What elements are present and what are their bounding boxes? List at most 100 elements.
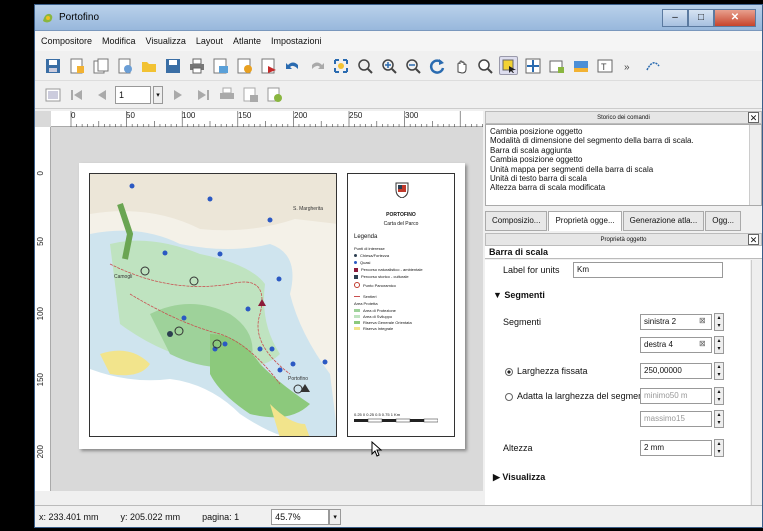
export-svg-icon[interactable] [235, 56, 254, 75]
load-template-icon[interactable] [139, 56, 158, 75]
close-history-panel-icon[interactable]: ✕ [748, 112, 759, 123]
map-item[interactable]: S. Margherita Camogli Portofino [89, 173, 337, 437]
history-item[interactable]: Barra di scala aggiunta [490, 146, 757, 155]
undo-icon[interactable] [283, 56, 302, 75]
previous-feature-icon[interactable] [91, 85, 110, 104]
history-item[interactable]: Cambia posizione oggetto [490, 155, 757, 164]
visualizza-group-header[interactable]: ▶ Visualizza [493, 472, 545, 483]
atlas-preview-icon[interactable] [43, 85, 62, 104]
history-item[interactable]: Unità mappa per segmenti della barra di … [490, 165, 757, 174]
composer-page[interactable]: S. Margherita Camogli Portofino PORTOFIN… [79, 163, 465, 449]
zoom-in-icon[interactable] [379, 56, 398, 75]
radio-checked-icon [505, 367, 513, 376]
atlas-page-dropdown[interactable]: ▾ [153, 85, 163, 104]
duplicate-composer-icon[interactable] [91, 56, 110, 75]
more-tools-icon[interactable]: » [619, 56, 638, 75]
add-image-icon[interactable] [571, 56, 590, 75]
legend-entry-label: Percorso storico - culturale [361, 274, 409, 279]
redo-icon[interactable] [307, 56, 326, 75]
move-content-icon[interactable] [523, 56, 542, 75]
fixed-width-radio[interactable]: Larghezza fissata [505, 366, 588, 376]
zoom-full-icon[interactable] [331, 56, 350, 75]
legend-item[interactable]: PORTOFINO Carta del Parco Legenda Punti … [347, 173, 455, 437]
history-panel-header: Storico dei comandi ✕ [485, 111, 762, 124]
menu-atlante[interactable]: Atlante [233, 36, 261, 46]
max-width-spinner[interactable]: ▴ ▾ [714, 410, 724, 428]
history-item[interactable]: Cambia posizione oggetto [490, 127, 757, 136]
minimize-button[interactable]: – [662, 8, 688, 27]
min-width-input[interactable]: minimo50 m [640, 388, 712, 404]
label-for-units-label: Label for units [503, 265, 560, 275]
node-edit-icon[interactable] [643, 56, 662, 75]
first-feature-icon[interactable] [67, 85, 86, 104]
pan-icon[interactable] [451, 56, 470, 75]
last-feature-icon[interactable] [193, 85, 212, 104]
legend-entry: Sentieri [354, 294, 377, 299]
close-properties-panel-icon[interactable]: ✕ [748, 234, 759, 245]
add-map-icon[interactable] [547, 56, 566, 75]
right-dock: Storico dei comandi ✕ Cambia posizione o… [485, 111, 762, 507]
properties-scrollbar[interactable] [751, 260, 762, 507]
refresh-icon[interactable] [427, 56, 446, 75]
menu-visualizza[interactable]: Visualizza [146, 36, 186, 46]
next-feature-icon[interactable] [169, 85, 188, 104]
zoom-dropdown[interactable]: ▾ [329, 508, 342, 525]
print-atlas-icon[interactable] [217, 85, 236, 104]
history-item[interactable]: Altezza barra di scala modificata [490, 183, 757, 192]
legend-group: Punti di interesse [354, 246, 385, 251]
clear-icon[interactable]: ⊠ [699, 316, 706, 325]
history-item[interactable]: Unità di testo barra di scala [490, 174, 757, 183]
clear-icon[interactable]: ⊠ [699, 339, 706, 348]
tab-generazione-atlante[interactable]: Generazione atla... [622, 211, 705, 231]
tab-proprieta-oggetto[interactable]: Proprietà ogge... [548, 211, 622, 231]
add-label-icon[interactable]: T [595, 56, 614, 75]
menu-compositore[interactable]: Compositore [41, 36, 92, 46]
close-button[interactable]: ✕ [714, 8, 756, 27]
fit-width-radio[interactable]: Adatta la larghezza del segmento [505, 391, 651, 401]
history-list[interactable]: Cambia posizione oggetto Modalità di dim… [485, 124, 762, 206]
segmenti-label: Segmenti [503, 317, 542, 327]
composer-canvas[interactable]: 0 50 100 150 200 250 300 0 50 100 150 20… [35, 111, 483, 491]
fixed-width-input[interactable]: 250,00000 [640, 363, 712, 379]
save-icon[interactable] [43, 56, 62, 75]
select-move-item-icon[interactable] [499, 56, 518, 75]
history-item[interactable]: Modalità di dimensione del segmento dell… [490, 136, 757, 145]
segmenti-group-header[interactable]: ▼ Segmenti [493, 290, 545, 300]
export-image-icon[interactable] [211, 56, 230, 75]
right-segments-spinner[interactable]: ▴ ▾ [714, 336, 724, 354]
print-icon[interactable] [187, 56, 206, 75]
ruler-label: 0 [71, 111, 76, 120]
history-scrollbar[interactable] [749, 125, 761, 205]
export-atlas-image-icon[interactable] [241, 85, 260, 104]
max-width-input[interactable]: massimo15 [640, 411, 712, 427]
zoom-tool-icon[interactable] [475, 56, 494, 75]
atlas-page-input[interactable]: 1 [115, 85, 151, 104]
legend-title: PORTOFINO [386, 212, 416, 218]
menu-layout[interactable]: Layout [196, 36, 223, 46]
zoom-100-icon[interactable] [355, 56, 374, 75]
tab-composizione[interactable]: Composizio... [485, 211, 548, 231]
menu-impostazioni[interactable]: Impostazioni [271, 36, 322, 46]
segmenti-group-title: Segmenti [504, 290, 545, 300]
vertical-ruler: 0 50 100 150 200 [35, 127, 51, 491]
ruler-label: 150 [238, 111, 252, 120]
export-pdf-icon[interactable] [259, 56, 278, 75]
maximize-button[interactable]: □ [688, 8, 714, 27]
units-label-input[interactable]: Km [573, 262, 723, 278]
min-width-spinner[interactable]: ▴ ▾ [714, 387, 724, 405]
height-spinner[interactable]: ▴ ▾ [714, 439, 724, 457]
new-composer-icon[interactable] [67, 56, 86, 75]
composer-manager-icon[interactable] [115, 56, 134, 75]
left-segments-spinner[interactable]: ▴ ▾ [714, 313, 724, 331]
height-input[interactable]: 2 mm [640, 440, 712, 456]
zoom-input[interactable]: 45.7% [271, 508, 330, 525]
menu-modifica[interactable]: Modifica [102, 36, 136, 46]
save-template-icon[interactable] [163, 56, 182, 75]
svg-text:T: T [601, 62, 607, 72]
fixed-width-spinner[interactable]: ▴ ▾ [714, 362, 724, 380]
tab-oggetti[interactable]: Ogg... [705, 211, 742, 231]
ruler-label: 300 [405, 111, 419, 120]
place-label: Camogli [114, 274, 132, 280]
zoom-out-icon[interactable] [403, 56, 422, 75]
atlas-settings-icon[interactable] [265, 85, 284, 104]
